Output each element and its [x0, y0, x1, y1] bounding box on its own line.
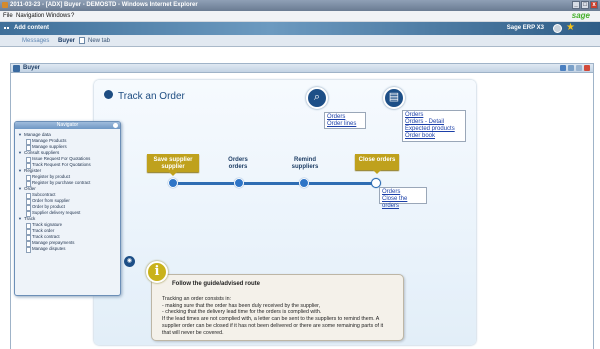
search-icon[interactable]: ⌕ [306, 87, 328, 109]
refresh-icon[interactable] [560, 65, 566, 71]
link-close-the-orders[interactable]: Close the orders [382, 196, 424, 210]
nav-item[interactable]: Manage suppliers [18, 144, 118, 151]
nav-item[interactable]: Supplier delivery request [18, 210, 118, 217]
link-orders-close[interactable]: Orders [382, 189, 424, 196]
settings-icon[interactable] [576, 65, 582, 71]
close-links-box: Orders Close the orders [379, 187, 427, 209]
user-avatar-icon[interactable] [553, 24, 562, 33]
step-remind-suppliers-label: Remind suppliers [291, 157, 319, 170]
tab-messages[interactable]: Messages [22, 38, 49, 44]
info-title: Follow the guide/advised route [172, 281, 261, 287]
card-title: Track an Order [118, 91, 185, 102]
menu-windows[interactable]: Windows [46, 13, 70, 19]
page-actions [560, 65, 590, 71]
eye-icon[interactable]: ◉ [124, 256, 135, 267]
page-header: Buyer [10, 63, 594, 73]
add-content-button[interactable]: Add content [14, 25, 49, 31]
tab-new[interactable]: New tab [88, 38, 110, 44]
grip-icon [4, 27, 9, 29]
minimize-button[interactable]: _ [572, 1, 580, 9]
window-title: 2011-03-23 - [ADX] Buyer - DEMOSTD - Win… [10, 2, 198, 8]
navigator-header[interactable]: Navigator [15, 122, 120, 129]
link-order-book[interactable]: Order book [405, 133, 463, 140]
buyer-page-icon [13, 65, 20, 72]
title-bullet-icon [104, 90, 113, 99]
info-icon: i [146, 261, 168, 283]
info-line: If the lead times are not complied with,… [162, 316, 380, 323]
page-title: Buyer [23, 65, 41, 71]
link-orders-print[interactable]: Orders [405, 112, 463, 119]
workflow-node-3[interactable] [299, 178, 309, 188]
link-orders-detail[interactable]: Orders - Detail [405, 119, 463, 126]
search-links-box: Orders Order lines [324, 112, 366, 129]
workflow-node-1[interactable] [168, 178, 178, 188]
workflow-node-2[interactable] [234, 178, 244, 188]
window-controls: _ □ x [572, 1, 598, 9]
ie-icon [2, 2, 8, 8]
browser-title-bar: 2011-03-23 - [ADX] Buyer - DEMOSTD - Win… [0, 0, 600, 11]
info-line: that will never be covered. [162, 329, 224, 336]
navigator-title: Navigator [56, 122, 79, 128]
info-text: Tracking an order consists in: - making … [162, 296, 402, 336]
link-order-lines[interactable]: Order lines [327, 121, 363, 128]
menu-navigation[interactable]: Navigation [16, 13, 44, 19]
navigator-close-icon[interactable] [113, 123, 118, 128]
tab-buyer[interactable]: Buyer [58, 38, 75, 44]
close-window-button[interactable]: x [590, 1, 598, 9]
step-save-supplier-button[interactable]: Save supplier supplier [147, 154, 199, 176]
nav-item[interactable]: Track Request For Quotations [18, 162, 118, 169]
nav-item[interactable]: Register by purchase contract [18, 180, 118, 187]
sage-logo: sage [571, 11, 590, 20]
menu-bar: File Navigation Windows ? sage [0, 11, 600, 22]
info-line: supplier order can be closed if it has n… [162, 322, 384, 329]
product-name: Sage ERP X3 [506, 25, 544, 31]
print-links-box: Orders Orders - Detail Expected products… [402, 110, 466, 142]
maximize-button[interactable]: □ [581, 1, 589, 9]
nav-section-label: Manage data [24, 132, 51, 137]
navigator-panel: Navigator ▼ Manage data Manage Products M… [14, 121, 121, 296]
link-expected-products[interactable]: Expected products [405, 126, 463, 133]
info-line: Tracking an order consists in: [162, 296, 231, 302]
step-orders-label: Orders orders [228, 157, 248, 170]
menu-help[interactable]: ? [71, 13, 74, 19]
info-line: - checking that the delivery lead time f… [162, 309, 322, 316]
new-tab-icon[interactable] [79, 37, 85, 44]
edit-icon[interactable] [568, 65, 574, 71]
navigator-list: ▼ Manage data Manage Products Manage supp… [18, 132, 118, 253]
step-close-orders-button[interactable]: Close orders [355, 154, 399, 174]
favorites-star-icon[interactable]: ★ [566, 22, 575, 34]
link-orders-search[interactable]: Orders [327, 114, 363, 121]
workflow-line [170, 182, 378, 185]
close-page-icon[interactable] [584, 65, 590, 71]
toolbar-spacer [0, 47, 600, 63]
nav-item[interactable]: Manage disputes [18, 246, 118, 253]
tab-bar: Messages Buyer New tab [0, 35, 600, 47]
app-header: Add content Sage ERP X3 ★ [0, 22, 600, 35]
info-line: - making sure that the order has been du… [162, 302, 321, 309]
menu-file[interactable]: File [3, 13, 13, 19]
print-icon[interactable]: ▤ [383, 87, 405, 109]
